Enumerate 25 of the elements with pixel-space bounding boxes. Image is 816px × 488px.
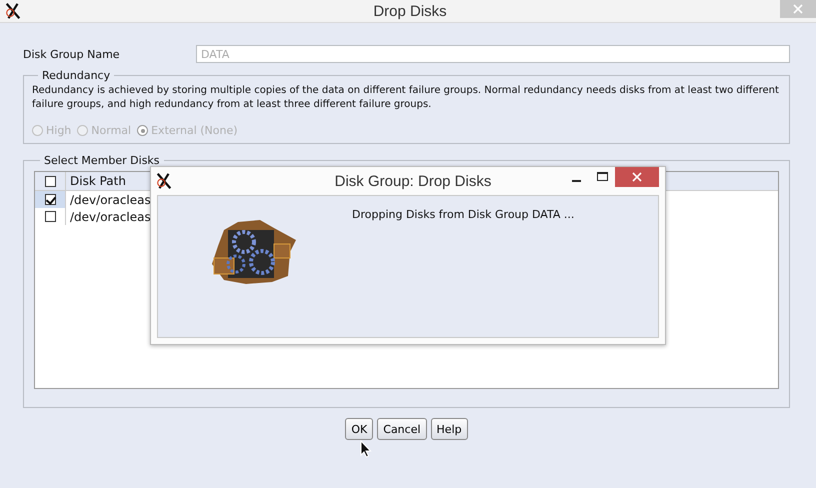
close-button[interactable] — [615, 167, 659, 187]
dialog-title: Disk Group: Drop Disks — [334, 172, 492, 190]
dialog-button[interactable]: Cancel — [377, 418, 427, 440]
row-checkbox[interactable] — [44, 211, 56, 222]
maximize-icon — [596, 172, 608, 182]
dialog-button[interactable]: OK — [345, 418, 374, 440]
select-all-checkbox[interactable] — [44, 176, 56, 186]
minimize-icon — [572, 180, 580, 182]
column-header[interactable]: Disk Path — [66, 172, 126, 190]
group-legend: Select Member Disks — [40, 154, 164, 167]
close-icon — [632, 172, 642, 182]
close-icon — [793, 4, 803, 14]
app-logo-icon — [4, 2, 22, 20]
progress-message: Dropping Disks from Disk Group DATA ... — [352, 208, 574, 221]
window-title: Drop Disks — [372, 2, 448, 20]
selection-cell[interactable] — [35, 191, 66, 208]
mouse-pointer-icon — [360, 440, 372, 458]
row-checkbox[interactable] — [44, 194, 56, 205]
disk-path-cell: /dev/oracleas — [70, 210, 151, 224]
disk-path-cell: /dev/oracleas — [70, 192, 151, 206]
field-label: Disk Group Name — [23, 48, 121, 60]
redundancy-description: Redundancy is achieved by storing multiple copies of the data on different failure groups. Normal redundancy needs disks from at least two different failure groups, and high redundancy from at least three different failure groups. — [32, 84, 780, 112]
app-logo-icon — [155, 172, 173, 190]
dialog-button[interactable]: Help — [430, 418, 468, 440]
group-legend: Redundancy — [38, 69, 114, 82]
